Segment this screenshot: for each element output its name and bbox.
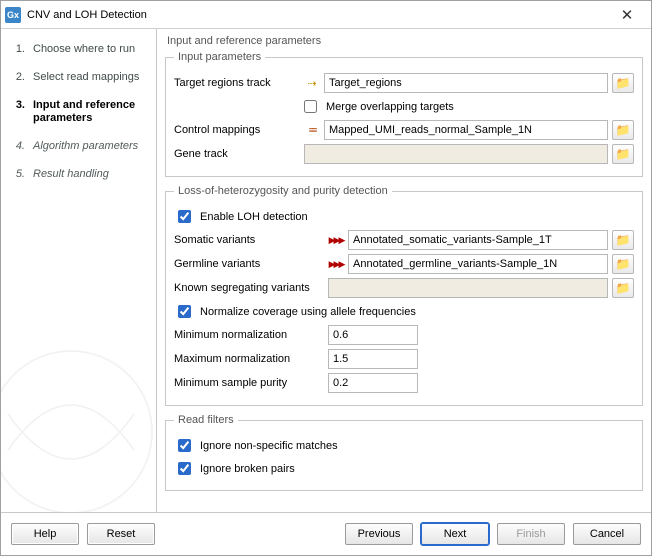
known-segregating-label: Known segregating variants [174,282,324,294]
enable-loh-label: Enable LOH detection [200,211,308,223]
step-2[interactable]: 2. Select read mappings [11,67,148,95]
normalize-coverage-label: Normalize coverage using allele frequenc… [200,306,416,318]
step-5[interactable]: 5. Result handling [11,164,148,192]
gene-track-field[interactable] [304,144,608,164]
ignore-broken-checkbox[interactable] [178,462,191,475]
control-mappings-label: Control mappings [174,124,300,136]
next-button[interactable]: Next [421,523,489,545]
content-panel: Input and reference parameters Input par… [157,29,651,512]
variant-icon: ▶▶▶ [328,256,344,272]
group-read-filters-legend: Read filters [174,414,238,426]
target-regions-label: Target regions track [174,77,300,89]
group-input-legend: Input parameters [174,51,265,63]
max-normalization-field[interactable] [328,349,418,369]
row-somatic-variants: Somatic variants ▶▶▶ 📁 [174,230,634,250]
gene-track-label: Gene track [174,148,300,160]
row-ignore-broken: Ignore broken pairs [174,459,634,478]
group-loh-detection: Loss-of-heterozygosity and purity detect… [165,185,643,406]
mapping-icon: ≡≡ [304,122,320,138]
germline-variants-field[interactable] [348,254,608,274]
normalize-coverage-checkbox[interactable] [178,305,191,318]
step-4[interactable]: 4. Algorithm parameters [11,136,148,164]
finish-button: Finish [497,523,565,545]
row-merge-targets: Merge overlapping targets [300,97,634,116]
max-normalization-label: Maximum normalization [174,353,324,365]
min-purity-label: Minimum sample purity [174,377,324,389]
row-known-segregating: Known segregating variants 📁 [174,278,634,298]
row-germline-variants: Germline variants ▶▶▶ 📁 [174,254,634,274]
app-logo: Gx [5,7,21,23]
wizard-footer: Help Reset Previous Next Finish Cancel [1,513,651,555]
row-target-regions: Target regions track ⇢ 📁 [174,73,634,93]
row-ignore-nonspecific: Ignore non-specific matches [174,436,634,455]
control-mappings-browse-button[interactable]: 📁 [612,120,634,140]
enable-loh-checkbox[interactable] [178,210,191,223]
min-normalization-label: Minimum normalization [174,329,324,341]
wizard-steps: 1. Choose where to run 2. Select read ma… [1,29,157,512]
decorative-helix-icon [1,322,161,513]
row-control-mappings: Control mappings ≡≡ 📁 [174,120,634,140]
ignore-nonspecific-checkbox[interactable] [178,439,191,452]
close-button[interactable]: ✕ [607,1,647,29]
row-min-purity: Minimum sample purity [174,373,634,393]
browse-icon: 📁 [616,147,631,161]
browse-icon: 📁 [616,76,631,90]
min-normalization-field[interactable] [328,325,418,345]
row-normalize-coverage: Normalize coverage using allele frequenc… [174,302,634,321]
track-arrow-icon: ⇢ [304,75,320,91]
min-purity-field[interactable] [328,373,418,393]
browse-icon: 📁 [616,233,631,247]
row-enable-loh: Enable LOH detection [174,207,634,226]
ignore-broken-label: Ignore broken pairs [200,463,295,475]
control-mappings-field[interactable] [324,120,608,140]
target-regions-field[interactable] [324,73,608,93]
somatic-variants-browse-button[interactable]: 📁 [612,230,634,250]
merge-targets-label: Merge overlapping targets [326,101,454,113]
merge-targets-checkbox[interactable] [304,100,317,113]
variant-icon: ▶▶▶ [328,232,344,248]
step-1[interactable]: 1. Choose where to run [11,39,148,67]
browse-icon: 📁 [616,123,631,137]
row-gene-track: Gene track 📁 [174,144,634,164]
row-max-normalization: Maximum normalization [174,349,634,369]
known-segregating-browse-button[interactable]: 📁 [612,278,634,298]
browse-icon: 📁 [616,281,631,295]
known-segregating-field[interactable] [328,278,608,298]
group-input-parameters: Input parameters Target regions track ⇢ … [165,51,643,177]
content-heading: Input and reference parameters [165,33,643,49]
somatic-variants-label: Somatic variants [174,234,324,246]
gene-track-browse-button[interactable]: 📁 [612,144,634,164]
titlebar: Gx CNV and LOH Detection ✕ [1,1,651,29]
reset-button[interactable]: Reset [87,523,155,545]
ignore-nonspecific-label: Ignore non-specific matches [200,440,338,452]
browse-icon: 📁 [616,257,631,271]
help-button[interactable]: Help [11,523,79,545]
group-read-filters: Read filters Ignore non-specific matches… [165,414,643,491]
group-loh-legend: Loss-of-heterozygosity and purity detect… [174,185,392,197]
previous-button[interactable]: Previous [345,523,413,545]
row-min-normalization: Minimum normalization [174,325,634,345]
germline-variants-browse-button[interactable]: 📁 [612,254,634,274]
step-3[interactable]: 3. Input and reference parameters [11,95,148,137]
target-regions-browse-button[interactable]: 📁 [612,73,634,93]
window-title: CNV and LOH Detection [27,9,607,21]
cancel-button[interactable]: Cancel [573,523,641,545]
somatic-variants-field[interactable] [348,230,608,250]
germline-variants-label: Germline variants [174,258,324,270]
